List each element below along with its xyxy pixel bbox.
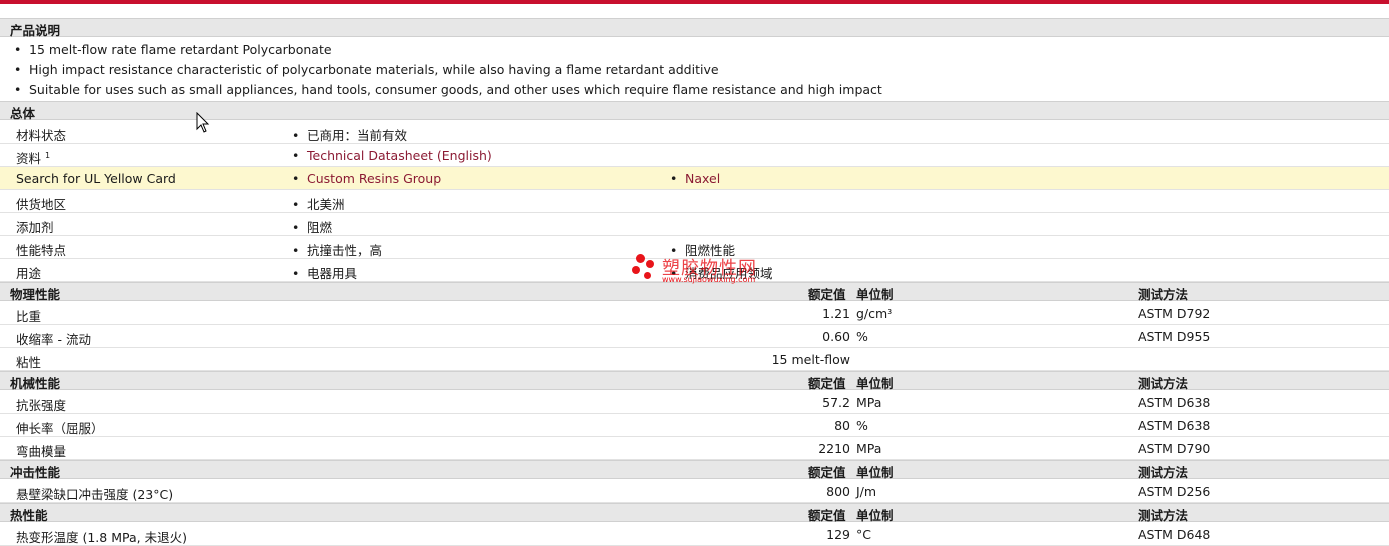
property-method: ASTM D955	[1138, 329, 1211, 344]
datasheet-link[interactable]: • Technical Datasheet (English)	[292, 148, 492, 163]
section-title: 总体	[10, 106, 36, 121]
property-label: 弯曲模量	[16, 444, 67, 459]
property-value: 1.21	[822, 306, 850, 321]
section-title: 机械性能	[10, 376, 61, 391]
section-title: 冲击性能	[10, 465, 61, 480]
property-method: ASTM D648	[1138, 527, 1211, 542]
description-bullet: • High impact resistance characteristic o…	[14, 62, 719, 77]
watermark-url: www.sujiaowuxing.com	[662, 275, 756, 284]
property-value: 2210	[818, 441, 850, 456]
property-method: ASTM D256	[1138, 484, 1211, 499]
property-label: 悬壁梁缺口冲击强度 (23°C)	[16, 487, 174, 502]
col-header-unit: 单位制	[856, 287, 894, 302]
col-header-method: 测试方法	[1138, 465, 1189, 480]
property-value: 57.2	[822, 395, 850, 410]
top-accent-bar	[0, 0, 1389, 4]
mouse-pointer-icon	[196, 112, 210, 133]
general-row-ul-yellow-card: Search for UL Yellow Card • Custom Resins…	[0, 167, 1389, 190]
property-label: 比重	[16, 309, 42, 324]
ul-link-naxel[interactable]: • Naxel	[670, 171, 720, 186]
footnote-marker: 1	[45, 150, 51, 160]
col-header-method: 测试方法	[1138, 287, 1189, 302]
col-header-unit: 单位制	[856, 508, 894, 523]
row-value: • 阻燃	[292, 220, 333, 235]
section-header-impact: 冲击性能 额定值 单位制 测试方法	[0, 460, 1389, 480]
property-unit: °C	[856, 527, 871, 542]
section-title: 产品说明	[10, 23, 61, 38]
col-header-method: 测试方法	[1138, 508, 1189, 523]
section-title: 物理性能	[10, 287, 61, 302]
row-label: Search for UL Yellow Card	[16, 171, 176, 186]
col-header-unit: 单位制	[856, 376, 894, 391]
row-label: 资料 1	[16, 150, 51, 166]
row-value: • 北美洲	[292, 197, 345, 212]
row-label: 性能特点	[16, 243, 67, 258]
section-header-thermal: 热性能 额定值 单位制 测试方法	[0, 503, 1389, 523]
property-row: 弯曲模量 2210 MPa ASTM D790	[0, 437, 1389, 460]
property-row: 抗张强度 57.2 MPa ASTM D638	[0, 391, 1389, 414]
general-row-region: 供货地区 • 北美洲	[0, 190, 1389, 213]
property-label: 抗张强度	[16, 398, 67, 413]
general-row-datasheet: 资料 1 • Technical Datasheet (English)	[0, 144, 1389, 167]
property-value: 129	[826, 527, 850, 542]
col-header-nominal: 额定值	[808, 508, 846, 523]
property-row: 粘性 15 melt-flow	[0, 348, 1389, 371]
property-row: 收缩率 - 流动 0.60 % ASTM D955	[0, 325, 1389, 348]
property-label: 收缩率 - 流动	[16, 332, 91, 347]
property-row: 热变形温度 (1.8 MPa, 未退火) 129 °C ASTM D648	[0, 523, 1389, 546]
property-method: ASTM D638	[1138, 395, 1211, 410]
ul-link-custom-resins[interactable]: • Custom Resins Group	[292, 171, 441, 186]
description-bullet: • 15 melt-flow rate flame retardant Polyc…	[14, 42, 332, 57]
property-row: 伸长率（屈服） 80 % ASTM D638	[0, 414, 1389, 437]
col-header-nominal: 额定值	[808, 376, 846, 391]
property-row: 比重 1.21 g/cm³ ASTM D792	[0, 302, 1389, 325]
description-bullet: • Suitable for uses such as small applian…	[14, 82, 882, 97]
property-value: 0.60	[822, 329, 850, 344]
watermark-dot	[644, 272, 651, 279]
row-value: • 抗撞击性，高	[292, 243, 383, 258]
property-method: ASTM D638	[1138, 418, 1211, 433]
row-value: • 电器用具	[292, 266, 358, 281]
property-label: 伸长率（屈服）	[16, 421, 104, 436]
col-header-method: 测试方法	[1138, 376, 1189, 391]
property-method: ASTM D792	[1138, 306, 1211, 321]
row-label: 材料状态	[16, 128, 67, 143]
property-row: 悬壁梁缺口冲击强度 (23°C) 800 J/m ASTM D256	[0, 480, 1389, 503]
property-value: 80	[834, 418, 850, 433]
col-header-nominal: 额定值	[808, 465, 846, 480]
watermark-dot	[646, 260, 654, 268]
col-header-nominal: 额定值	[808, 287, 846, 302]
row-label: 添加剂	[16, 220, 54, 235]
row-label: 用途	[16, 266, 42, 281]
property-unit: MPa	[856, 441, 882, 456]
property-unit: %	[856, 329, 868, 344]
section-header-description: 产品说明	[0, 18, 1389, 38]
property-unit: %	[856, 418, 868, 433]
watermark-dot	[632, 266, 640, 274]
property-label: 粘性	[16, 355, 42, 370]
property-unit: g/cm³	[856, 306, 893, 321]
property-unit: J/m	[856, 484, 877, 499]
row-value: • 已商用：当前有效	[292, 128, 408, 143]
section-header-mechanical: 机械性能 额定值 单位制 测试方法	[0, 371, 1389, 391]
property-value: 800	[826, 484, 850, 499]
property-value: 15 melt-flow	[771, 352, 850, 367]
site-watermark: 塑胶物性网 www.sujiaowuxing.com	[632, 252, 762, 286]
watermark-dot	[636, 254, 645, 263]
row-label: 供货地区	[16, 197, 67, 212]
property-method: ASTM D790	[1138, 441, 1211, 456]
general-row-additive: 添加剂 • 阻燃	[0, 213, 1389, 236]
section-title: 热性能	[10, 508, 48, 523]
property-unit: MPa	[856, 395, 882, 410]
col-header-unit: 单位制	[856, 465, 894, 480]
